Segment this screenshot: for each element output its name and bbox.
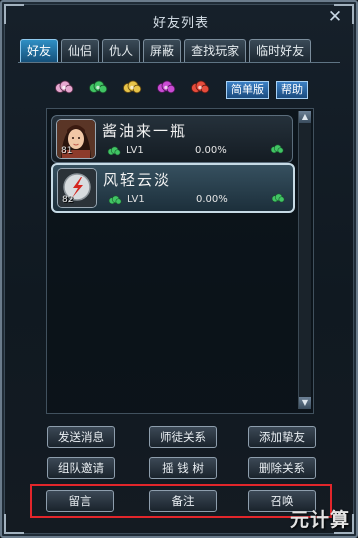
friend-level-number: 82: [62, 195, 74, 205]
cloud-filter-icon[interactable]: [122, 80, 142, 94]
help-button[interactable]: 帮助: [276, 81, 308, 99]
cloud-status-icon: [270, 144, 284, 154]
tab-divider: [18, 62, 340, 63]
scroll-up-icon[interactable]: ▲: [299, 111, 311, 123]
friend-list: 81 酱油来一瓶 LV1 0.00% 82 风轻云淡 LV1 0.00% ▲ ▼: [46, 108, 314, 414]
watermark: 元计算: [289, 509, 350, 531]
simple-mode-button[interactable]: 简单版: [226, 81, 269, 99]
cloud-status-icon: [271, 193, 285, 203]
remark-button[interactable]: 备注: [149, 490, 217, 512]
friend-name: 酱油来一瓶: [102, 122, 188, 140]
frame-corner: [4, 514, 24, 534]
tab-blocked[interactable]: 屏蔽: [143, 39, 182, 62]
team-invite-button[interactable]: 组队邀请: [47, 457, 115, 479]
tab-temp-friends[interactable]: 临时好友: [249, 39, 312, 62]
friend-lv: LV1: [127, 194, 145, 205]
friend-intimacy-percent: 0.00%: [196, 194, 228, 205]
send-message-button[interactable]: 发送消息: [47, 426, 115, 448]
tab-bar: 好友 仙侣 仇人 屏蔽 查找玩家 临时好友: [20, 39, 314, 63]
friend-list-window: 好友列表 ✕ 好友 仙侣 仇人 屏蔽 查找玩家 临时好友 简单版 帮助 81 酱…: [0, 0, 358, 538]
cloud-filter-icon[interactable]: [88, 80, 108, 94]
cloud-status-icon: [107, 146, 121, 156]
tab-find-player[interactable]: 查找玩家: [184, 39, 247, 62]
close-icon[interactable]: ✕: [326, 8, 344, 26]
filter-icon-row: [54, 80, 210, 94]
tab-friends[interactable]: 好友: [20, 39, 59, 62]
window-title: 好友列表: [152, 16, 209, 31]
add-close-friend-button[interactable]: 添加挚友: [248, 426, 316, 448]
scroll-down-icon[interactable]: ▼: [299, 397, 311, 409]
cloud-filter-icon[interactable]: [156, 80, 176, 94]
friend-name: 风轻云淡: [103, 171, 172, 189]
avatar: 82: [57, 168, 97, 208]
money-tree-button[interactable]: 摇 钱 树: [149, 457, 217, 479]
friend-lv: LV1: [126, 145, 144, 156]
friend-level-number: 81: [61, 146, 73, 156]
avatar: 81: [56, 119, 96, 159]
tab-partner[interactable]: 仙侣: [61, 39, 100, 62]
mentor-relation-button[interactable]: 师徒关系: [149, 426, 217, 448]
tab-enemies[interactable]: 仇人: [102, 39, 141, 62]
cloud-filter-icon[interactable]: [190, 80, 210, 94]
cloud-status-icon: [108, 195, 122, 205]
friend-intimacy-percent: 0.00%: [195, 145, 227, 156]
leave-message-button[interactable]: 留言: [46, 490, 114, 512]
delete-relation-button[interactable]: 删除关系: [248, 457, 316, 479]
friend-row[interactable]: 81 酱油来一瓶 LV1 0.00%: [51, 115, 293, 163]
list-scrollbar[interactable]: ▲ ▼: [298, 111, 311, 409]
friend-row-selected[interactable]: 82 风轻云淡 LV1 0.00%: [51, 163, 295, 213]
cloud-filter-icon[interactable]: [54, 80, 74, 94]
